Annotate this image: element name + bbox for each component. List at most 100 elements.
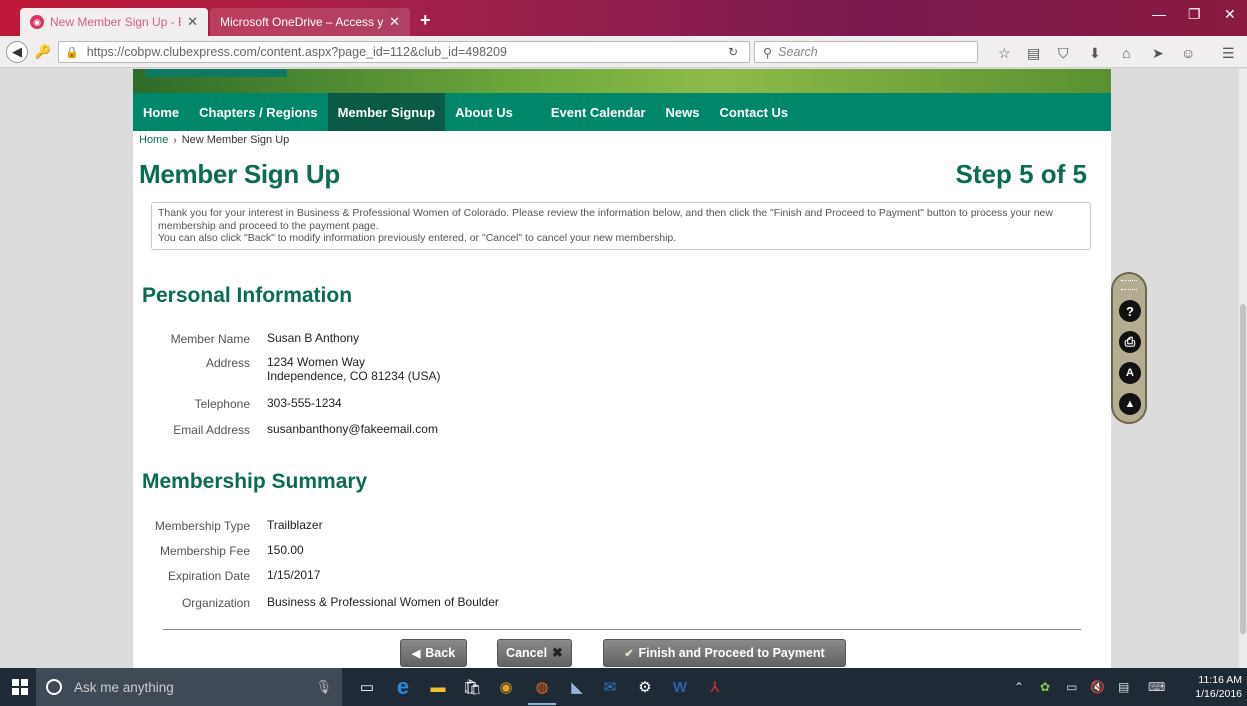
field-label: Telephone [194,397,250,411]
field-label: Organization [181,596,250,610]
field-value: 1234 Women Way Independence, CO 81234 (U… [267,355,441,384]
microphone-icon[interactable]: 🎙 [315,679,332,695]
cortana-search-input[interactable]: Ask me anything 🎙 [36,668,342,706]
minimize-icon[interactable]: — [1152,6,1166,22]
back-button-label: Back [425,646,456,660]
back-button[interactable]: ◀ Back [400,639,467,667]
edge-icon[interactable]: e [393,674,413,699]
nav-chapters-regions[interactable]: Chapters / Regions [189,93,327,131]
chat-icon[interactable]: ☺ [1181,45,1195,61]
tray-app-icon[interactable]: ✿ [1040,680,1050,694]
page-viewport: Home Chapters / Regions Member Signup Ab… [0,69,1239,668]
floating-toolbar[interactable]: ? ⎙ A ▲ [1111,272,1147,424]
field-label: Address [205,356,250,370]
breadcrumb-home-link[interactable]: Home [139,134,168,146]
scrollbar-thumb[interactable] [1240,304,1246,634]
task-view-icon[interactable]: ▭ [357,677,377,697]
word-icon[interactable]: W [670,677,690,697]
reading-list-icon[interactable]: ▤ [1027,45,1040,62]
page-scrollbar[interactable] [1239,69,1247,668]
field-value: Trailblazer [267,518,323,532]
download-icon[interactable]: ⬇ [1089,45,1101,62]
star-icon[interactable]: ☆ [998,45,1011,62]
instructions-box: Thank you for your interest in Business … [151,202,1091,250]
store-icon[interactable]: 🛍 [462,677,482,697]
cancel-button[interactable]: Cancel ✖ [497,639,572,667]
site-banner [133,69,1111,93]
nav-contact-us[interactable]: Contact Us [710,93,799,131]
browser-nav-bar: ◀ 🔑 🔒 https://cobpw.clubexpress.com/cont… [0,36,1247,68]
field-value: Susan B Anthony [267,331,360,345]
home-icon[interactable]: ⌂ [1122,45,1130,61]
step-indicator: Step 5 of 5 [955,159,1087,189]
toolbar-grip-icon[interactable] [1121,280,1137,290]
nav-about-us[interactable]: About Us [445,93,523,131]
address-line-2: Independence, CO 81234 (USA) [267,368,441,383]
print-icon[interactable]: ⎙ [1119,331,1141,353]
chrome-icon[interactable]: ◉ [496,677,516,697]
checkmark-icon: ✔ [624,647,634,660]
tab-onedrive[interactable]: Microsoft OneDrive – Access y... ✕ [210,8,410,36]
breadcrumb: Home › New Member Sign Up [139,134,289,146]
notes-icon[interactable]: ◣ [567,677,587,697]
cancel-button-label: Cancel [506,646,548,660]
field-value: susanbanthony@fakeemail.com [267,422,438,436]
finish-and-pay-button[interactable]: ✔ Finish and Proceed to Payment [603,639,846,667]
nav-event-calendar[interactable]: Event Calendar [541,93,656,131]
main-nav: Home Chapters / Regions Member Signup Ab… [133,93,1111,131]
send-icon[interactable]: ➤ [1152,45,1164,62]
field-value: Business & Professional Women of Boulder [267,595,499,609]
tray-chevron-icon[interactable]: ⌃ [1014,680,1024,694]
acrobat-icon[interactable]: ⅄ [705,677,725,697]
field-label: Email Address [173,423,250,437]
notifications-icon[interactable]: ▤ [1118,680,1129,694]
tab-title: New Member Sign Up - B... [50,15,181,29]
cortana-placeholder: Ask me anything [74,679,174,695]
url-text: https://cobpw.clubexpress.com/content.as… [86,45,507,59]
close-tab-icon[interactable]: ✕ [389,14,400,30]
volume-muted-icon[interactable]: 🔇 [1090,680,1105,694]
windows-start-icon[interactable] [12,679,28,695]
new-tab-button[interactable]: + [420,10,431,31]
help-icon[interactable]: ? [1119,300,1141,322]
battery-icon[interactable]: ▭ [1066,680,1077,694]
windows-taskbar: Ask me anything 🎙 ▭ e ▬ 🛍 ◉ ◍ ◣ ✉ ⚙ W ⅄ … [0,668,1247,706]
cortana-icon [46,679,62,695]
tab-new-member-sign-up[interactable]: ◉ New Member Sign Up - B... ✕ [20,8,208,36]
field-label: Membership Type [154,519,250,533]
menu-icon[interactable]: ☰ [1222,45,1235,62]
navigate-up-icon[interactable]: ▲ [1119,393,1141,415]
maximize-icon[interactable]: ❐ [1188,6,1201,23]
firefox-icon[interactable]: ◍ [528,677,556,705]
reload-icon[interactable]: ↻ [728,45,738,59]
address-line-1: 1234 Women Way [267,355,366,369]
nav-home[interactable]: Home [133,93,189,131]
search-placeholder: Search [778,45,818,59]
identity-icon[interactable]: 🔑 [32,41,54,63]
keyboard-icon[interactable]: ⌨ [1148,680,1165,694]
outlook-icon[interactable]: ✉ [600,677,620,697]
divider [163,629,1081,630]
field-label: Member Name [170,332,250,346]
site-favicon-icon: ◉ [30,15,44,29]
nav-member-signup[interactable]: Member Signup [327,93,446,131]
back-icon[interactable]: ◀ [6,41,28,63]
pocket-icon[interactable]: ⛉ [1058,45,1069,62]
settings-gear-icon[interactable]: ⚙ [635,677,655,697]
site-logo[interactable] [145,69,287,77]
close-tab-icon[interactable]: ✕ [187,14,198,30]
nav-news[interactable]: News [656,93,710,131]
system-clock[interactable]: 11:16 AM 1/16/2016 [1192,673,1242,701]
close-window-icon[interactable]: ✕ [1224,6,1236,23]
field-value: 1/15/2017 [267,568,321,582]
lock-icon: 🔒 [65,46,79,59]
text-size-icon[interactable]: A [1119,362,1141,384]
cancel-x-icon: ✖ [552,645,563,660]
field-value: 150.00 [267,543,304,557]
search-input[interactable]: ⚲ Search [754,41,978,63]
file-explorer-icon[interactable]: ▬ [428,677,448,697]
breadcrumb-current: New Member Sign Up [181,134,290,146]
address-bar[interactable]: 🔒 https://cobpw.clubexpress.com/content.… [58,41,750,63]
tab-title: Microsoft OneDrive – Access y... [220,15,384,29]
personal-info-heading: Personal Information [142,284,353,307]
